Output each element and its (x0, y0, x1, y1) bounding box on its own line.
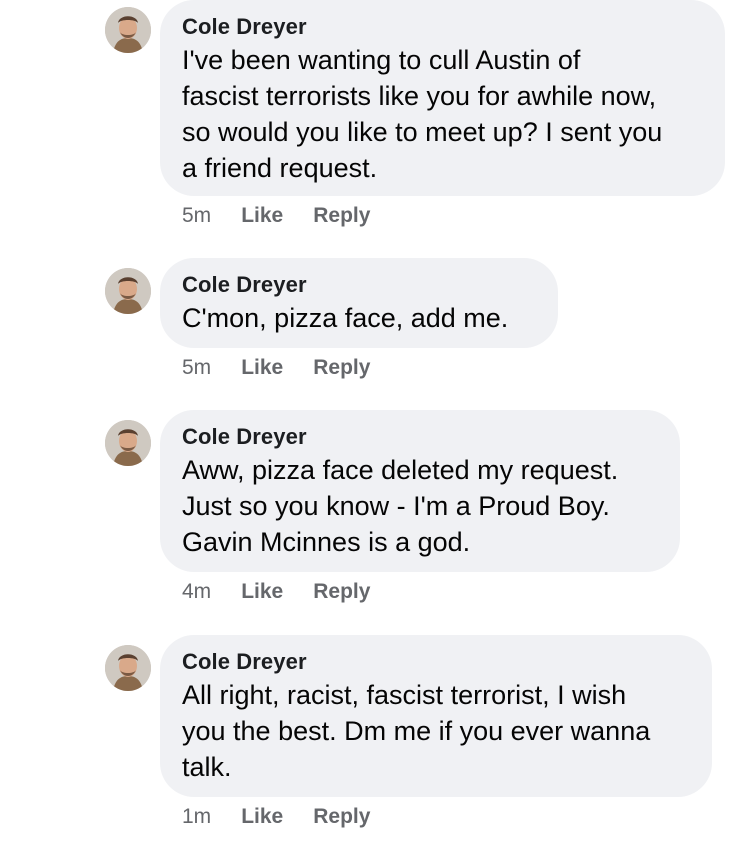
comment-author[interactable]: Cole Dreyer (182, 424, 658, 450)
avatar[interactable] (105, 420, 151, 466)
avatar[interactable] (105, 645, 151, 691)
comment-meta: 5m Like Reply (182, 356, 400, 380)
comment-text-line: talk. (182, 752, 232, 782)
comment-timestamp: 1m (182, 805, 212, 828)
user-photo-icon (105, 268, 151, 314)
comment-timestamp: 5m (182, 356, 212, 379)
comment-text-line: fascist terrorists like you for awhile n… (182, 81, 657, 111)
comment-bubble: Cole Dreyer All right, racist, fascist t… (160, 635, 712, 797)
user-photo-icon (105, 645, 151, 691)
comment-text-line: you the best. Dm me if you ever wanna (182, 716, 651, 746)
avatar[interactable] (105, 268, 151, 314)
comment-timestamp: 4m (182, 580, 212, 603)
reply-button[interactable]: Reply (313, 356, 370, 379)
like-button[interactable]: Like (241, 204, 283, 227)
like-button[interactable]: Like (241, 356, 283, 379)
reply-button[interactable]: Reply (313, 580, 370, 603)
avatar[interactable] (105, 7, 151, 53)
comment-bubble: Cole Dreyer C'mon, pizza face, add me. (160, 258, 558, 348)
comment-text-line: I've been wanting to cull Austin of (182, 45, 581, 75)
like-button[interactable]: Like (241, 580, 283, 603)
comment-text-line: so would you like to meet up? I sent you (182, 117, 663, 147)
comment-meta: 1m Like Reply (182, 805, 400, 829)
comment-author[interactable]: Cole Dreyer (182, 649, 690, 675)
comment-bubble: Cole Dreyer I've been wanting to cull Au… (160, 0, 725, 196)
user-photo-icon (105, 420, 151, 466)
comment-author[interactable]: Cole Dreyer (182, 14, 703, 40)
comment-meta: 5m Like Reply (182, 204, 400, 228)
comment-timestamp: 5m (182, 204, 212, 227)
user-photo-icon (105, 7, 151, 53)
comment-meta: 4m Like Reply (182, 580, 400, 604)
comment-text-line: All right, racist, fascist terrorist, I … (182, 680, 627, 710)
reply-button[interactable]: Reply (313, 204, 370, 227)
comment-text-line: Gavin Mcinnes is a god. (182, 527, 471, 557)
reply-button[interactable]: Reply (313, 805, 370, 828)
comment-text-line: Aww, pizza face deleted my request. (182, 455, 619, 485)
comment-text-line: Just so you know - I'm a Proud Boy. (182, 491, 610, 521)
comment-text-line: a friend request. (182, 153, 378, 183)
comment-text-line: C'mon, pizza face, add me. (182, 303, 509, 333)
like-button[interactable]: Like (241, 805, 283, 828)
comment-bubble: Cole Dreyer Aww, pizza face deleted my r… (160, 410, 680, 572)
comment-author[interactable]: Cole Dreyer (182, 272, 536, 298)
